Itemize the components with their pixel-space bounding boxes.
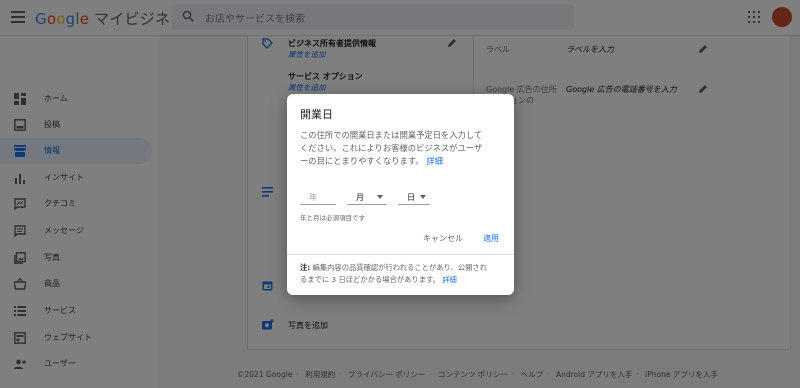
month-select-underline (347, 204, 387, 205)
dialog-title: 開業日 (300, 108, 333, 121)
dialog-description-line3: ーの目にとまりやすくなります。 (300, 156, 424, 166)
month-select[interactable]: 月 (356, 192, 364, 203)
dialog-description-line2: ください。これによりお客様のビジネスがユーザ (300, 143, 483, 153)
dialog-divider (287, 254, 514, 255)
year-input-underline (300, 204, 336, 205)
required-hint: 年と月は必須項目です (300, 214, 365, 222)
dialog-details-link[interactable]: 詳細 (426, 156, 443, 166)
chevron-down-icon (377, 195, 383, 199)
day-select[interactable]: 日 (407, 192, 415, 203)
year-input[interactable]: 年 (309, 192, 317, 203)
dialog-description-line1: この住所での開業日または開業予定日を入力して (300, 130, 483, 140)
chevron-down-icon (420, 195, 426, 199)
dialog-description: この住所での開業日または開業予定日を入力して ください。これによりお客様のビジネ… (300, 129, 505, 168)
note-line1: 編集内容の品質確認が行われることがあり、公開され (312, 263, 488, 272)
opening-date-dialog: 開業日 この住所での開業日または開業予定日を入力して ください。これによりお客様… (287, 94, 514, 295)
note-label: 注: (300, 263, 311, 272)
note-line2: るまでに 3 日ほどかかる場合があります。 (300, 275, 440, 284)
day-select-underline (398, 204, 430, 205)
apply-button[interactable]: 適用 (483, 233, 499, 244)
note-details-link[interactable]: 詳細 (442, 275, 457, 284)
cancel-button[interactable]: キャンセル (423, 233, 463, 244)
dialog-note: 注: 編集内容の品質確認が行われることがあり、公開され るまでに 3 日ほどかか… (300, 262, 505, 286)
